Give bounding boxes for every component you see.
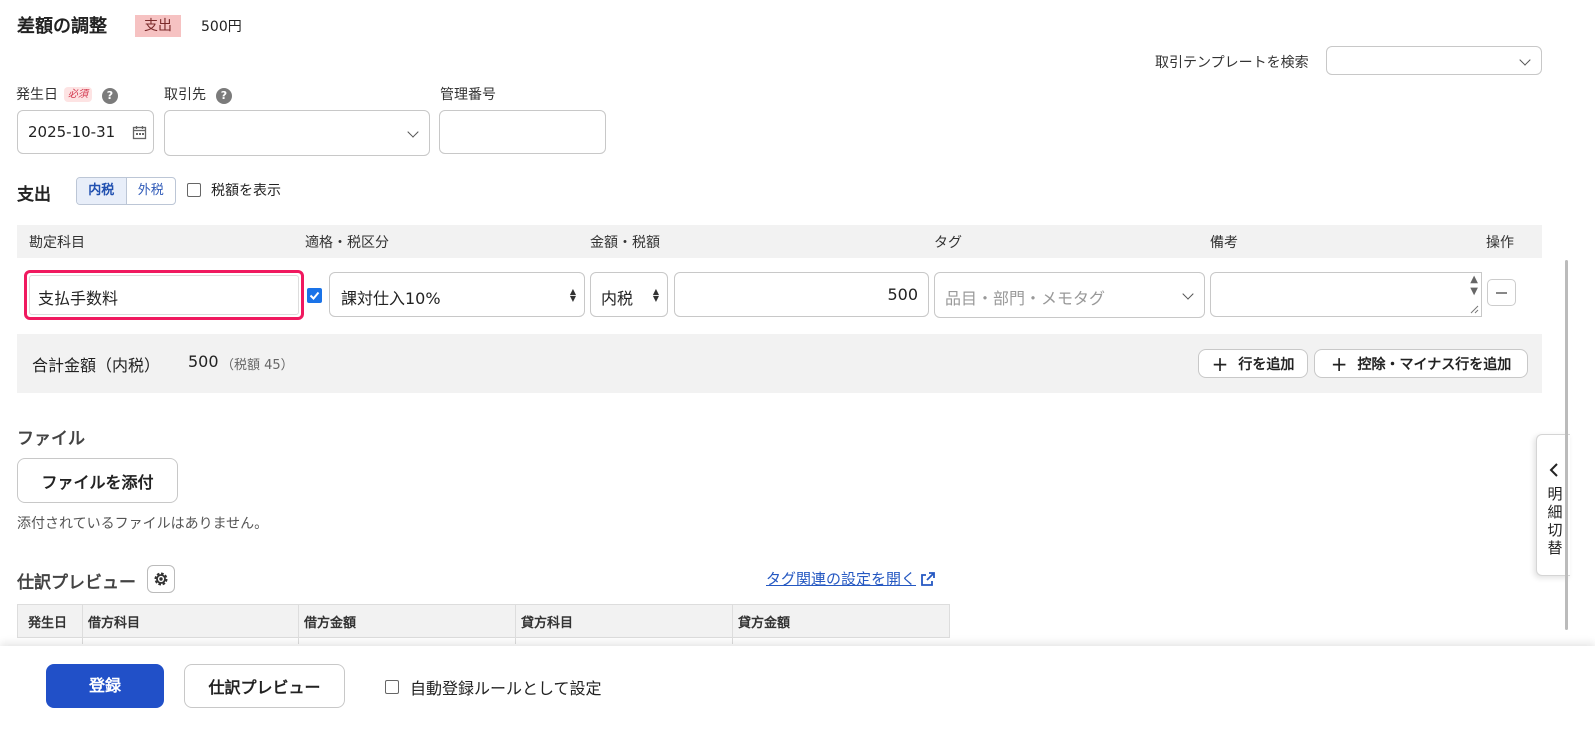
account-value: 支払手数料 (38, 289, 119, 308)
preview-table-header (17, 604, 950, 638)
tag-settings-link[interactable]: タグ関連の設定を開く (766, 568, 937, 589)
tag-placeholder: 品目・部門・メモタグ (945, 289, 1106, 308)
tax-type-value: 内税 (601, 289, 634, 308)
tag-select[interactable]: 品目・部門・メモタグ (934, 272, 1205, 318)
preview-section-title: 仕訳プレビュー (17, 573, 136, 593)
total-amount: 500 (188, 352, 219, 371)
account-input[interactable]: 支払手数料 (29, 275, 299, 315)
expense-section-title: 支出 (17, 185, 51, 205)
date-label: 発生日 必須? (16, 84, 118, 104)
external-link-icon (921, 571, 935, 586)
divider (732, 604, 733, 644)
pcol-debit-account: 借方科目 (88, 616, 141, 631)
col-tag: タグ (934, 235, 962, 251)
line-table-header (17, 225, 1542, 258)
col-account: 勘定科目 (29, 235, 85, 251)
tax-mode-toggle: 内税 外税 (76, 177, 176, 205)
help-icon[interactable]: ? (102, 88, 118, 104)
tax-category-select[interactable]: 課対仕入10% ▲ ▼ (329, 272, 585, 317)
remove-row-button[interactable] (1487, 279, 1516, 306)
note-textarea[interactable]: ▲ ▼ (1210, 272, 1482, 317)
chevron-down-icon (1519, 53, 1531, 66)
pcol-credit-amount: 貸方金額 (738, 616, 791, 631)
auto-rule-option: 自動登録ルールとして設定 (385, 675, 602, 699)
divider (298, 604, 299, 644)
check-icon (309, 291, 320, 300)
header-amount: 500円 (201, 19, 242, 35)
resize-handle-icon[interactable] (1469, 304, 1479, 314)
plus-icon: + (1211, 351, 1229, 376)
detail-switch-label: 明細切替 (1547, 485, 1563, 557)
page-title: 差額の調整 (17, 16, 107, 37)
chevron-left-icon (1549, 463, 1558, 477)
show-tax-label: 税額を表示 (211, 183, 281, 199)
pcol-date: 発生日 (28, 616, 68, 631)
amount-value: 500 (887, 285, 918, 304)
preview-settings-button[interactable] (147, 565, 175, 593)
auto-rule-label: 自動登録ルールとして設定 (410, 679, 602, 698)
help-icon[interactable]: ? (216, 88, 232, 104)
preview-button[interactable]: 仕訳プレビュー (184, 664, 345, 708)
plus-icon: + (1330, 351, 1348, 376)
col-note: 備考 (1210, 235, 1238, 251)
calendar-icon[interactable] (132, 125, 147, 140)
total-label: 合計金額（内税） (32, 356, 161, 375)
template-search-label: 取引テンプレートを検索 (1155, 55, 1309, 71)
qualified-checkbox[interactable] (307, 288, 322, 303)
divider (82, 604, 83, 644)
total-tax: （税額 45） (221, 358, 294, 373)
partner-select[interactable] (164, 110, 430, 156)
no-file-message: 添付されているファイルはありません。 (17, 516, 269, 532)
tax-mode-inclusive[interactable]: 内税 (77, 178, 127, 204)
pcol-credit-account: 貸方科目 (521, 616, 574, 631)
col-amount: 金額・税額 (590, 235, 660, 251)
show-tax-option: 税額を表示 (187, 180, 281, 200)
add-row-button[interactable]: + 行を追加 (1198, 349, 1308, 378)
chevron-down-icon (1182, 288, 1194, 300)
spinner-icon[interactable]: ▲ ▼ (1470, 274, 1478, 298)
col-tax-category: 適格・税区分 (305, 235, 389, 251)
tax-category-value: 課対仕入10% (341, 289, 441, 308)
minus-icon (1496, 292, 1507, 294)
attach-file-button[interactable]: ファイルを添付 (17, 458, 178, 503)
required-badge: 必須 (64, 87, 92, 102)
select-arrows-icon: ▲ ▼ (652, 286, 659, 303)
date-value: 2025-10-31 (28, 123, 116, 141)
mgmt-no-input[interactable] (439, 110, 606, 154)
show-tax-checkbox[interactable] (187, 183, 201, 197)
scrollbar[interactable] (1565, 260, 1568, 630)
date-input[interactable]: 2025-10-31 (17, 110, 154, 154)
add-deduction-row-button[interactable]: + 控除・マイナス行を追加 (1314, 349, 1528, 378)
chevron-down-icon (407, 126, 419, 138)
amount-input[interactable]: 500 (674, 272, 929, 317)
tax-mode-exclusive[interactable]: 外税 (127, 178, 176, 204)
select-arrows-icon: ▲ ▼ (569, 286, 576, 303)
tag-settings-link-text: タグ関連の設定を開く (766, 570, 917, 588)
mgmt-no-label: 管理番号 (440, 87, 496, 103)
tax-type-select[interactable]: 内税 ▲ ▼ (590, 272, 668, 317)
divider (515, 604, 516, 644)
gear-icon (154, 572, 168, 586)
register-button[interactable]: 登録 (46, 664, 164, 708)
type-badge: 支出 (135, 15, 181, 37)
col-action: 操作 (1486, 235, 1514, 251)
pcol-debit-amount: 借方金額 (304, 616, 357, 631)
template-search-select[interactable] (1326, 46, 1542, 75)
partner-label: 取引先? (164, 84, 232, 104)
file-section-title: ファイル (17, 429, 85, 449)
auto-rule-checkbox[interactable] (385, 680, 399, 694)
